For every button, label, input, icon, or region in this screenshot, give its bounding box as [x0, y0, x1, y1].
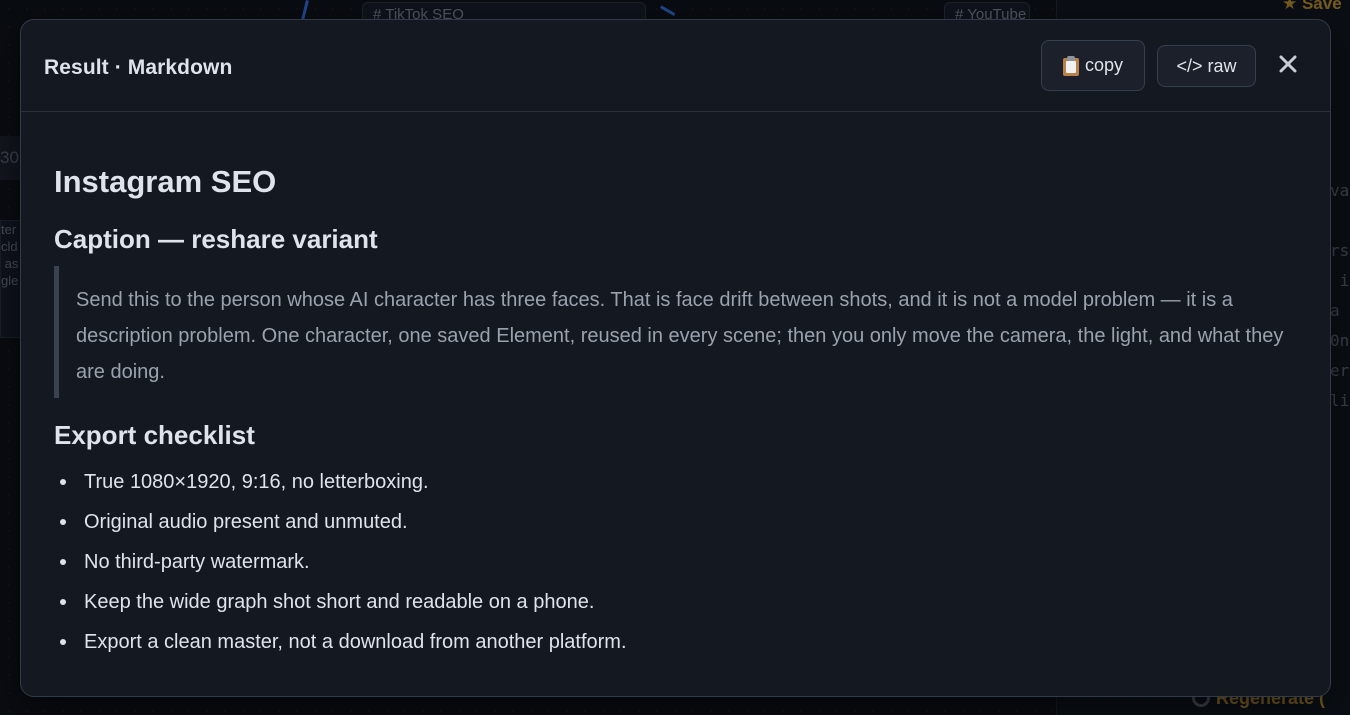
caption-heading: Caption — reshare variant [54, 224, 378, 254]
bullet-icon [60, 559, 66, 565]
close-button[interactable] [1276, 52, 1300, 76]
checklist-item-text: Original audio present and unmuted. [84, 511, 408, 533]
checklist-item: True 1080×1920, 9:16, no letterboxing. [54, 462, 627, 502]
modal-header: Result · Markdown copy </> raw [21, 20, 1330, 112]
result-modal: Result · Markdown copy </> raw Instagram… [20, 19, 1331, 697]
checklist-item: No third-party watermark. [54, 542, 627, 582]
bullet-icon [60, 599, 66, 605]
raw-button[interactable]: </> raw [1157, 45, 1256, 87]
checklist-item: Export a clean master, not a download fr… [54, 622, 627, 662]
checklist-item-text: True 1080×1920, 9:16, no letterboxing. [84, 471, 429, 493]
checklist-heading: Export checklist [54, 420, 255, 450]
caption-blockquote: Send this to the person whose AI charact… [54, 266, 1299, 398]
checklist-item: Original audio present and unmuted. [54, 502, 627, 542]
bullet-icon [60, 519, 66, 525]
checklist-item-text: No third-party watermark. [84, 551, 310, 573]
close-icon [1279, 55, 1297, 73]
caption-text: Send this to the person whose AI charact… [76, 289, 1284, 383]
export-checklist: True 1080×1920, 9:16, no letterboxing. O… [54, 462, 627, 662]
checklist-item-text: Export a clean master, not a download fr… [84, 631, 627, 653]
copy-button[interactable]: copy [1041, 40, 1145, 91]
app-stage: # TikTok SEO # YouTube 30 ter cld as gle… [0, 0, 1350, 715]
modal-title: Result · Markdown [44, 56, 233, 79]
copy-label: copy [1084, 55, 1124, 75]
checklist-item-text: Keep the wide graph shot short and reada… [84, 591, 595, 613]
result-heading: Instagram SEO [54, 164, 277, 199]
clipboard-icon [1062, 55, 1079, 76]
raw-label: </> raw [1176, 55, 1237, 76]
checklist-item: Keep the wide graph shot short and reada… [54, 582, 627, 622]
bullet-icon [60, 639, 66, 645]
bullet-icon [60, 479, 66, 485]
